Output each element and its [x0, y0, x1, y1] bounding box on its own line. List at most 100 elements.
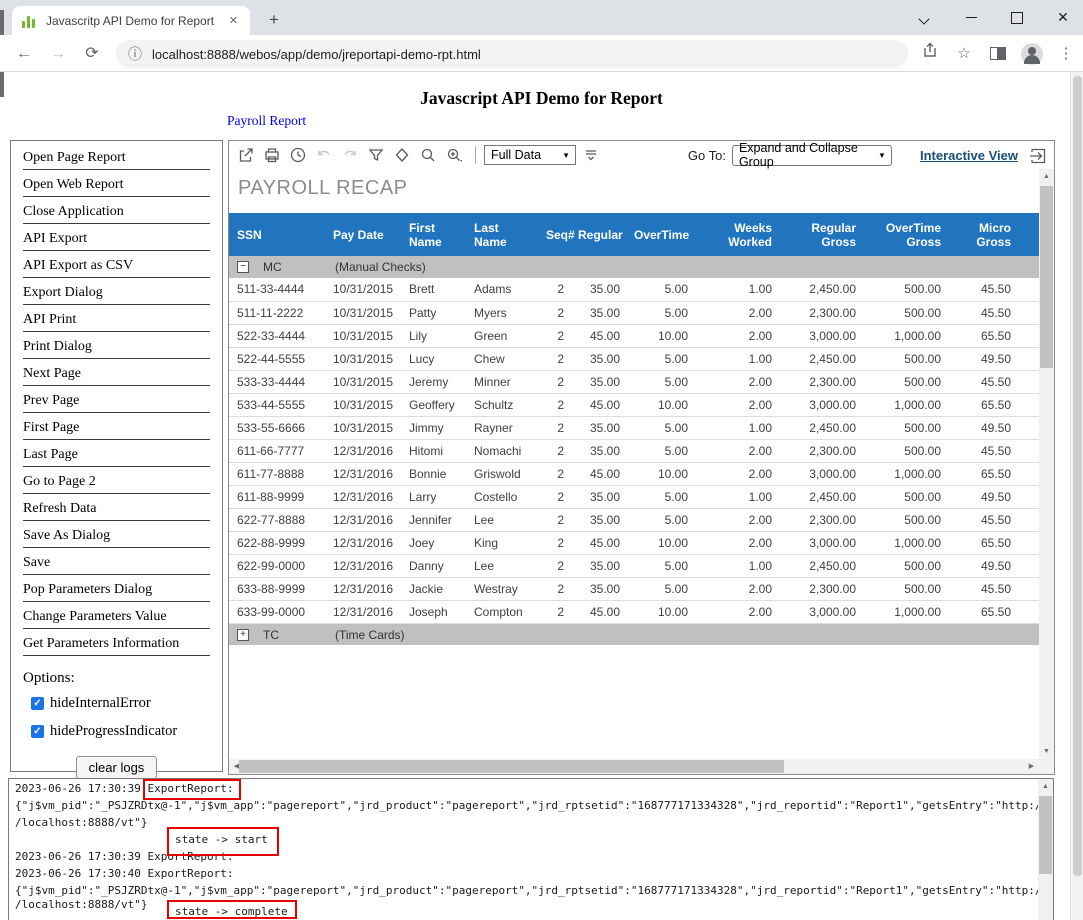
- option-checkbox-row[interactable]: ✓hideInternalError: [31, 695, 210, 712]
- zoom-icon[interactable]: [445, 146, 463, 164]
- scroll-down-icon[interactable]: ▼: [1039, 744, 1054, 759]
- side-panel-icon[interactable]: [990, 47, 1006, 60]
- sidebar-item[interactable]: Get Parameters Information: [23, 634, 210, 656]
- interactive-view-link[interactable]: Interactive View: [920, 148, 1018, 163]
- cell: 12/31/2016: [325, 554, 401, 577]
- log-scroll-thumb[interactable]: [1039, 796, 1052, 874]
- page-scrollbar[interactable]: [1070, 72, 1083, 920]
- diamond-drill-icon[interactable]: [393, 146, 411, 164]
- table-row: 611-66-777712/31/2016HitomiNomachi235.00…: [229, 439, 1039, 462]
- cell: 522-44-5555: [229, 347, 325, 370]
- payroll-report-link[interactable]: Payroll Report: [227, 113, 306, 129]
- page-title: Javascript API Demo for Report: [0, 88, 1083, 109]
- report-vertical-scrollbar[interactable]: ▲ ▼: [1039, 169, 1054, 759]
- window-maximize-button[interactable]: [994, 0, 1040, 35]
- scrollbar-corner: [1039, 759, 1054, 774]
- cell: 522-33-4444: [229, 324, 325, 347]
- option-checkbox-row[interactable]: ✓hideProgressIndicator: [31, 723, 210, 740]
- url-text[interactable]: localhost:8888/webos/app/demo/jreportapi…: [152, 47, 481, 62]
- checkbox-icon[interactable]: ✓: [31, 697, 44, 710]
- sidebar-item[interactable]: Save: [23, 553, 210, 575]
- scroll-up-icon[interactable]: ▲: [1039, 169, 1054, 184]
- cell: Bonnie: [401, 462, 466, 485]
- cell: 1,000.00: [862, 393, 947, 416]
- cell: 10/31/2015: [325, 370, 401, 393]
- log-scrollbar[interactable]: ▲: [1038, 779, 1053, 920]
- group-code: TC: [263, 628, 335, 642]
- sidebar-item[interactable]: Save As Dialog: [23, 526, 210, 548]
- cell: 611-88-9999: [229, 485, 325, 508]
- reload-icon[interactable]: ⟳: [80, 42, 104, 66]
- table-row: 633-99-000012/31/2016JosephCompton245.00…: [229, 600, 1039, 623]
- sidebar-item[interactable]: API Export as CSV: [23, 256, 210, 278]
- cell: 500.00: [862, 301, 947, 324]
- expand-group-icon[interactable]: +: [237, 629, 249, 641]
- cell: 10.00: [626, 531, 694, 554]
- cell: 35.00: [570, 554, 626, 577]
- sidebar-item[interactable]: Print Dialog: [23, 337, 210, 359]
- site-info-icon[interactable]: ⓘ: [128, 44, 142, 64]
- sidebar-item[interactable]: Change Parameters Value: [23, 607, 210, 629]
- window-close-button[interactable]: ✕: [1040, 0, 1083, 35]
- report-horizontal-scrollbar[interactable]: ◀ ▶: [229, 759, 1039, 774]
- cell: 2,450.00: [778, 278, 862, 301]
- scroll-up-icon[interactable]: ▲: [1038, 779, 1053, 794]
- sidebar-item[interactable]: Last Page: [23, 445, 210, 467]
- address-bar[interactable]: ⓘ localhost:8888/webos/app/demo/jreporta…: [116, 40, 908, 68]
- cell: Joey: [401, 531, 466, 554]
- cell: 49.50: [947, 416, 1017, 439]
- sidebar-item[interactable]: Close Application: [23, 202, 210, 224]
- page-scrollbar-thumb[interactable]: [1073, 76, 1082, 876]
- full-data-select-value: Full Data: [491, 148, 541, 162]
- sidebar-item[interactable]: Prev Page: [23, 391, 210, 413]
- browser-tab[interactable]: Javascritp API Demo for Report ✕: [12, 6, 250, 35]
- window-minimize-button[interactable]: [948, 0, 994, 35]
- tab-close-icon[interactable]: ✕: [225, 12, 242, 29]
- clear-logs-button[interactable]: clear logs: [76, 756, 158, 779]
- cell: 2.00: [694, 531, 778, 554]
- full-data-select[interactable]: Full Data ▼: [484, 145, 576, 165]
- schedule-clock-icon[interactable]: [289, 146, 307, 164]
- sidebar-item[interactable]: Export Dialog: [23, 283, 210, 305]
- cell: 2.00: [694, 577, 778, 600]
- print-icon[interactable]: [263, 146, 281, 164]
- report-vscroll-thumb[interactable]: [1040, 186, 1053, 368]
- scroll-right-icon[interactable]: ▶: [1024, 759, 1039, 774]
- browser-menu-kebab-icon[interactable]: ⋮: [1049, 42, 1083, 66]
- sidebar-item[interactable]: Go to Page 2: [23, 472, 210, 494]
- sidebar-item[interactable]: Refresh Data: [23, 499, 210, 521]
- table-row: 522-33-444410/31/2015LilyGreen245.0010.0…: [229, 324, 1039, 347]
- sidebar-item[interactable]: Pop Parameters Dialog: [23, 580, 210, 602]
- report-hscroll-thumb[interactable]: [239, 760, 784, 773]
- export-icon[interactable]: [237, 146, 255, 164]
- log-line: 2023-06-26 17:30:40 ExportReport:: [15, 867, 234, 880]
- cell-spacer: [1017, 600, 1039, 623]
- group-row: −MC(Manual Checks): [229, 256, 1039, 278]
- bookmark-star-icon[interactable]: ☆: [947, 42, 981, 66]
- table-row: 511-33-444410/31/2015BrettAdams235.005.0…: [229, 278, 1039, 301]
- cell: 5.00: [626, 416, 694, 439]
- cell: Lee: [466, 554, 538, 577]
- sidebar-item[interactable]: Next Page: [23, 364, 210, 386]
- toolbar-more-icon[interactable]: [584, 146, 598, 164]
- sidebar-item[interactable]: API Export: [23, 229, 210, 251]
- collapse-group-icon[interactable]: −: [237, 261, 249, 273]
- cell: 35.00: [570, 278, 626, 301]
- filter-icon[interactable]: [367, 146, 385, 164]
- group-name: (Time Cards): [335, 628, 405, 642]
- new-tab-button[interactable]: +: [262, 8, 286, 32]
- sidebar-item[interactable]: First Page: [23, 418, 210, 440]
- tab-search-chevron-icon[interactable]: [902, 0, 948, 35]
- search-icon[interactable]: [419, 146, 437, 164]
- interactive-view-open-icon[interactable]: [1028, 146, 1046, 164]
- goto-select[interactable]: Expand and Collapse Group ▼: [732, 145, 892, 166]
- back-icon[interactable]: ←: [12, 42, 36, 66]
- sidebar-item[interactable]: Open Web Report: [23, 175, 210, 197]
- cell: Chew: [466, 347, 538, 370]
- sidebar-item[interactable]: Open Page Report: [23, 148, 210, 170]
- checkbox-icon[interactable]: ✓: [31, 725, 44, 738]
- sidebar-item[interactable]: API Print: [23, 310, 210, 332]
- cell: Lee: [466, 508, 538, 531]
- share-icon[interactable]: [913, 42, 947, 66]
- profile-avatar[interactable]: [1021, 43, 1043, 65]
